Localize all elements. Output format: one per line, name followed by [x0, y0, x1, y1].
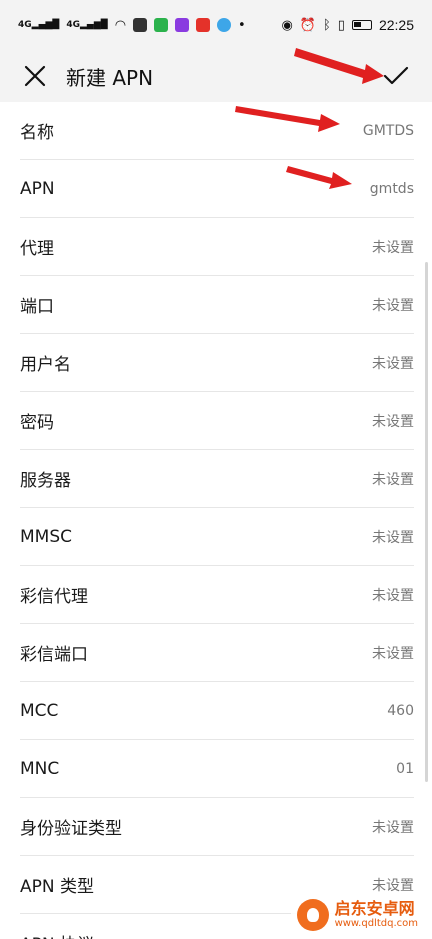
field-label: APN 类型	[20, 877, 95, 897]
page-title: 新建 APN	[66, 65, 154, 90]
watermark-url: www.qdltdq.com	[334, 918, 418, 929]
field-value: 未设置	[372, 645, 414, 662]
top-app-bar: 新建 APN	[0, 50, 432, 102]
field-row-apn[interactable]: APN gmtds	[20, 160, 414, 218]
field-label: 用户名	[20, 355, 71, 375]
field-value: gmtds	[369, 180, 414, 197]
field-row-username[interactable]: 用户名 未设置	[20, 334, 414, 392]
field-row-port[interactable]: 端口 未设置	[20, 276, 414, 334]
signal-label-2: 4G	[66, 20, 80, 30]
field-value: 未设置	[372, 297, 414, 314]
wifi-icon: ◠	[114, 17, 127, 33]
field-row-mms-proxy[interactable]: 彩信代理 未设置	[20, 566, 414, 624]
field-value: 未设置	[372, 529, 414, 546]
field-value: 未设置	[372, 471, 414, 488]
field-value: GMTDS	[362, 122, 414, 139]
status-right: ◉ ⏰ ᛒ ▯ 22:25	[281, 17, 414, 33]
app-icon-dark	[133, 18, 148, 32]
field-label: 彩信端口	[20, 645, 88, 665]
app-icon-green	[154, 18, 169, 32]
watermark-text: 启东安卓网 www.qdltdq.com	[335, 900, 418, 930]
field-value: 未设置	[372, 239, 414, 256]
field-label: APN	[20, 178, 55, 199]
checkmark-icon	[383, 66, 409, 85]
field-label: MMSC	[20, 526, 72, 547]
app-icon-red	[196, 18, 211, 32]
signal-label-1: 4G	[18, 20, 32, 30]
field-value: 460	[387, 702, 414, 719]
battery-icon	[351, 20, 372, 30]
alarm-icon: ⏰	[299, 17, 316, 33]
field-row-proxy[interactable]: 代理 未设置	[20, 218, 414, 276]
field-value: 未设置	[372, 587, 414, 604]
field-label: 身份验证类型	[20, 819, 122, 839]
field-row-name[interactable]: 名称 GMTDS	[20, 102, 414, 160]
field-label: 密码	[20, 413, 54, 433]
field-row-password[interactable]: 密码 未设置	[20, 392, 414, 450]
field-value: 未设置	[372, 877, 414, 894]
signal-icon-1: 4G▂▄▆█	[18, 20, 60, 30]
field-row-mcc[interactable]: MCC 460	[20, 682, 414, 740]
watermark-title: 启东安卓网	[334, 899, 415, 918]
field-label: 端口	[20, 297, 54, 317]
status-bar: 4G▂▄▆█ 4G▂▄▆█ ◠ • ◉ ⏰ ᛒ ▯ 22:25	[0, 0, 432, 50]
field-row-mmsc[interactable]: MMSC 未设置	[20, 508, 414, 566]
field-value: 01	[396, 760, 414, 777]
vibrate-icon: ▯	[337, 17, 345, 33]
scrollbar[interactable]	[425, 262, 428, 782]
field-label: MNC	[20, 758, 60, 779]
field-row-server[interactable]: 服务器 未设置	[20, 450, 414, 508]
field-row-auth-type[interactable]: 身份验证类型 未设置	[20, 798, 414, 856]
eye-icon: ◉	[281, 17, 293, 33]
field-label: APN 协议	[20, 930, 94, 939]
field-value: 未设置	[372, 413, 414, 430]
field-label: MCC	[20, 700, 59, 721]
more-dots-icon: •	[238, 17, 246, 33]
field-label: 名称	[20, 123, 54, 143]
watermark-logo: 启东安卓网 www.qdltdq.com	[290, 897, 424, 933]
field-label: 服务器	[20, 471, 71, 491]
field-label: 彩信代理	[20, 587, 88, 607]
field-row-mms-port[interactable]: 彩信端口 未设置	[20, 624, 414, 682]
apn-settings-list: 名称 GMTDS APN gmtds 代理 未设置 端口 未设置 用户名 未设置 密码 未设…	[0, 102, 432, 939]
field-value: 未设置	[372, 355, 414, 372]
signal-icon-2: 4G▂▄▆█	[66, 20, 108, 30]
close-button[interactable]	[0, 50, 70, 102]
app-icon-blue	[217, 18, 232, 32]
field-value: 未设置	[372, 819, 414, 836]
field-row-mnc[interactable]: MNC 01	[20, 740, 414, 798]
status-left: 4G▂▄▆█ 4G▂▄▆█ ◠ •	[18, 18, 246, 33]
field-label: 代理	[20, 239, 54, 259]
app-icon-purple	[175, 18, 190, 32]
close-icon	[24, 65, 46, 87]
watermark-icon	[296, 899, 329, 931]
bluetooth-icon: ᛒ	[322, 17, 331, 33]
status-time: 22:25	[378, 17, 414, 33]
save-button[interactable]	[372, 54, 420, 98]
